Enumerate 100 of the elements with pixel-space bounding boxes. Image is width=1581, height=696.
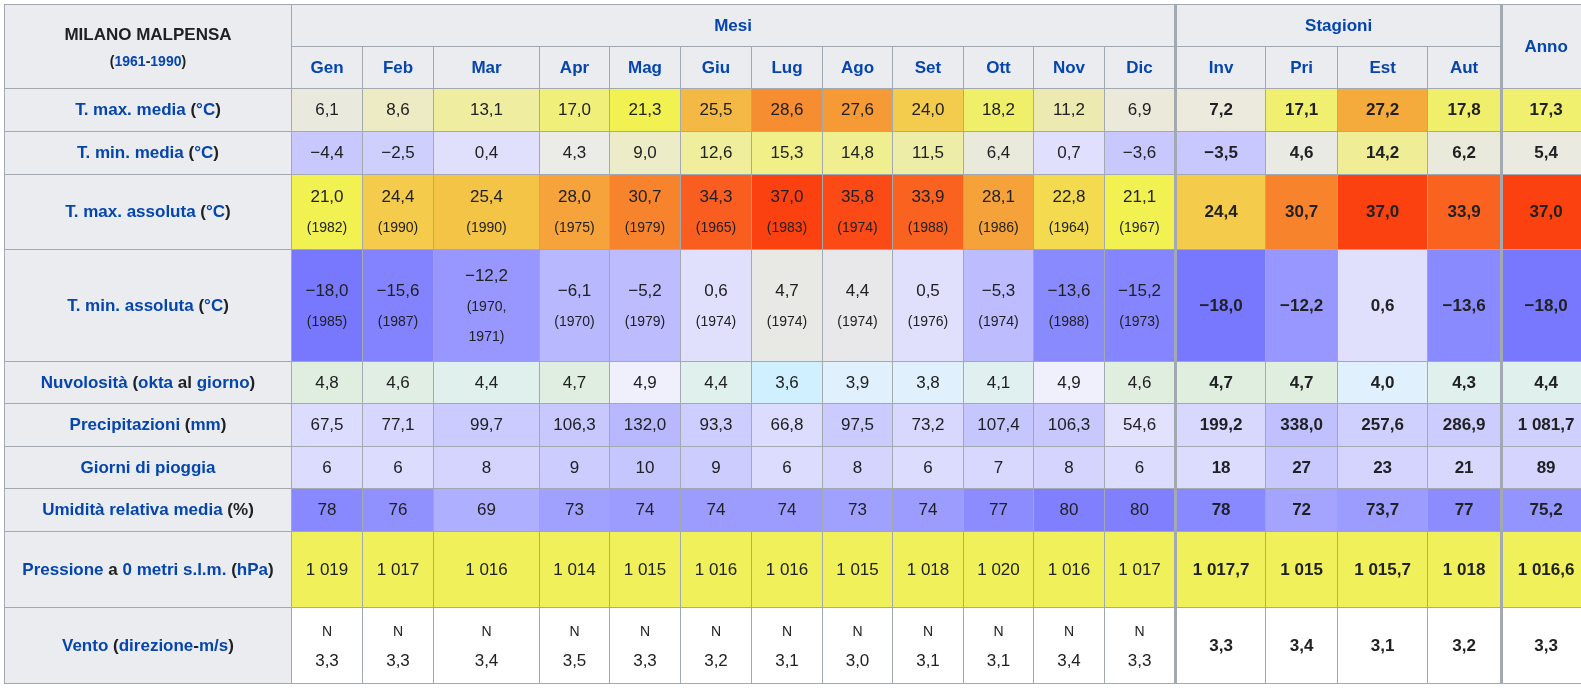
record-year: (1985): [305, 311, 349, 331]
table-cell: 1 015,7: [1337, 531, 1428, 608]
wind-direction: N: [921, 621, 935, 641]
table-cell: 3,1: [1337, 607, 1428, 684]
link[interactable]: Umidità relativa media: [42, 500, 223, 519]
link[interactable]: Nuvolosità: [40, 372, 128, 392]
table-cell: 24,0: [892, 88, 964, 132]
table-cell: 1 017,7: [1175, 531, 1266, 608]
link[interactable]: °C: [204, 295, 224, 315]
table-cell: 1 016: [751, 531, 823, 608]
month-link[interactable]: Dic: [1126, 57, 1153, 77]
table-cell: 6,4: [963, 131, 1034, 175]
wind-direction: N: [1062, 621, 1076, 641]
link[interactable]: Pressione: [22, 559, 104, 579]
table-cell: 6,9: [1104, 88, 1176, 132]
link[interactable]: 1961: [114, 52, 146, 69]
link[interactable]: okta: [138, 372, 174, 392]
wind-direction: N: [391, 621, 405, 641]
link[interactable]: T. min. media: [77, 143, 184, 162]
record-year: (1974): [836, 218, 879, 237]
table-cell: 1 018: [892, 531, 964, 608]
record-year: (1974): [694, 311, 738, 331]
table-cell: 69: [433, 488, 540, 532]
month-link[interactable]: Apr: [559, 57, 590, 77]
month-link[interactable]: Lug: [771, 57, 803, 77]
table-cell: 1 016,6: [1501, 531, 1581, 608]
month-link[interactable]: Ott: [986, 57, 1011, 77]
season-link[interactable]: Inv: [1208, 57, 1234, 77]
table-cell: 1 018: [1427, 531, 1502, 608]
link[interactable]: mm: [190, 415, 221, 434]
table-cell: −18,0: [1175, 249, 1266, 362]
month-link[interactable]: Gen: [310, 57, 344, 77]
month-link[interactable]: Nov: [1052, 57, 1086, 77]
link[interactable]: T. max. media: [75, 100, 186, 119]
link[interactable]: Precipitazioni: [69, 415, 181, 434]
season-link[interactable]: Est: [1369, 57, 1396, 77]
month-link[interactable]: Mag: [628, 57, 662, 77]
row-label: T. min. assoluta (°C): [4, 249, 292, 362]
table-cell: −3,6: [1104, 131, 1176, 175]
cell-value: 3,1: [774, 649, 800, 672]
table-cell: 199,2: [1175, 403, 1266, 447]
group-link[interactable]: Stagioni: [1305, 15, 1373, 35]
record-year: (1967): [1118, 218, 1161, 237]
table-cell: 17,3: [1501, 88, 1581, 132]
link[interactable]: °C: [206, 202, 226, 221]
table-cell: 77: [1427, 488, 1502, 532]
month-link[interactable]: Giu: [701, 57, 731, 77]
link[interactable]: T. min. assoluta: [67, 295, 194, 315]
record-year: (1974): [836, 311, 879, 331]
table-cell: 1 019: [291, 531, 363, 608]
wind-direction: N: [480, 621, 493, 641]
table-cell: −18,0: [1501, 249, 1581, 362]
table-cell: 1 015: [1265, 531, 1338, 608]
cell-value: 28,1: [980, 186, 1017, 208]
cell-value: 3,3: [385, 649, 411, 672]
table-cell: −13,6: [1427, 249, 1502, 362]
link[interactable]: m/s: [199, 635, 229, 655]
link[interactable]: direzione: [118, 635, 194, 655]
table-cell: 33,9: [1427, 174, 1502, 250]
wind-direction: N: [568, 621, 581, 641]
record-year: (1987): [376, 311, 420, 331]
record-year: (1990): [465, 218, 508, 237]
record-year: (1970): [553, 311, 596, 331]
row-label: Umidità relativa media (%): [4, 488, 292, 532]
group-link[interactable]: Anno: [1524, 36, 1568, 56]
link[interactable]: °C: [196, 100, 216, 119]
table-cell: 6,2: [1427, 131, 1502, 175]
link[interactable]: °C: [194, 143, 214, 162]
row-label: T. min. media (°C): [4, 131, 292, 175]
table-cell: 286,9: [1427, 403, 1502, 447]
table-cell: 78: [1175, 488, 1266, 532]
table-cell: 3,8: [892, 361, 964, 404]
season-link[interactable]: Aut: [1449, 57, 1479, 77]
table-cell: 24,4: [1175, 174, 1266, 250]
table-cell: 21,3: [609, 88, 681, 132]
table-cell: 4,6: [362, 361, 434, 404]
table-cell: 3,4: [1265, 607, 1338, 684]
table-cell: 1 016: [1033, 531, 1105, 608]
cell-value: −15,2: [1117, 279, 1163, 302]
table-cell: 17,8: [1427, 88, 1502, 132]
month-link[interactable]: Ago: [840, 57, 874, 77]
link[interactable]: 1990: [150, 52, 182, 69]
cell-value: −13,6: [1046, 279, 1092, 302]
month-link[interactable]: Mar: [471, 57, 502, 77]
cell-value: 3,2: [703, 649, 729, 672]
link[interactable]: 0 metri s.l.m.: [122, 559, 227, 579]
month-link[interactable]: Set: [914, 57, 942, 77]
link[interactable]: T. max. assoluta: [65, 202, 196, 221]
group-link[interactable]: Mesi: [714, 15, 752, 35]
table-cell: 8: [433, 446, 540, 489]
link[interactable]: Vento: [62, 635, 109, 655]
month-link[interactable]: Feb: [382, 57, 414, 77]
cell-value: 3,1: [985, 649, 1012, 672]
table-cell: 76: [362, 488, 434, 532]
station-name: MILANO MALPENSA: [63, 24, 233, 45]
link[interactable]: giorno: [196, 372, 250, 392]
link[interactable]: Giorni di pioggia: [80, 457, 216, 477]
cell-value: 30,7: [627, 186, 663, 208]
link[interactable]: hPa: [236, 559, 268, 579]
season-link[interactable]: Pri: [1290, 57, 1313, 77]
